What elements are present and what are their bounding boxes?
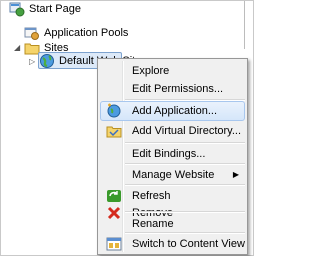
menu-item-edit-permissions[interactable]: Edit Permissions...	[100, 79, 245, 99]
submenu-arrow-icon: ▶	[232, 170, 239, 179]
content-view-icon	[106, 237, 122, 251]
add-virtual-directory-icon	[106, 126, 122, 138]
menu-label-add-application: Add Application...	[132, 105, 218, 117]
menu-item-edit-bindings[interactable]: Edit Bindings...	[100, 144, 245, 164]
menu-label-manage-website: Manage Website	[132, 169, 215, 181]
tree-label-start-page: Start Page	[29, 3, 81, 15]
application-pools-icon	[24, 27, 39, 40]
refresh-icon	[107, 190, 121, 202]
menu-label-edit-permissions: Edit Permissions...	[132, 83, 224, 95]
menu-label-add-virtual-directory: Add Virtual Directory...	[132, 125, 242, 137]
menu-item-add-application[interactable]: Add Application...	[100, 101, 245, 121]
menu-item-add-virtual-directory[interactable]: Add Virtual Directory...	[100, 121, 245, 141]
menu-item-rename[interactable]: Rename	[100, 214, 245, 234]
menu-item-switch-to-content-view[interactable]: Switch to Content View	[100, 234, 245, 254]
menu-label-switch-to-content-view: Switch to Content View	[132, 238, 245, 250]
menu-item-explore[interactable]: Explore	[100, 61, 245, 81]
menu-label-explore: Explore	[132, 65, 170, 77]
menu-item-manage-website[interactable]: Manage Website ▶	[100, 165, 245, 185]
context-menu: Explore Edit Permissions... Add Applicat…	[97, 58, 248, 255]
collapse-arrow-icon[interactable]: ◢	[14, 43, 20, 53]
menu-label-rename: Rename	[132, 218, 174, 230]
menu-separator	[125, 211, 245, 213]
menu-label-edit-bindings: Edit Bindings...	[132, 148, 206, 160]
globe-icon	[40, 54, 54, 68]
panel-divider	[244, 1, 245, 49]
tree-label-application-pools: Application Pools	[44, 27, 129, 39]
add-application-icon	[107, 103, 121, 118]
start-page-icon	[9, 2, 25, 17]
expand-arrow-icon[interactable]: ▷	[29, 57, 35, 67]
